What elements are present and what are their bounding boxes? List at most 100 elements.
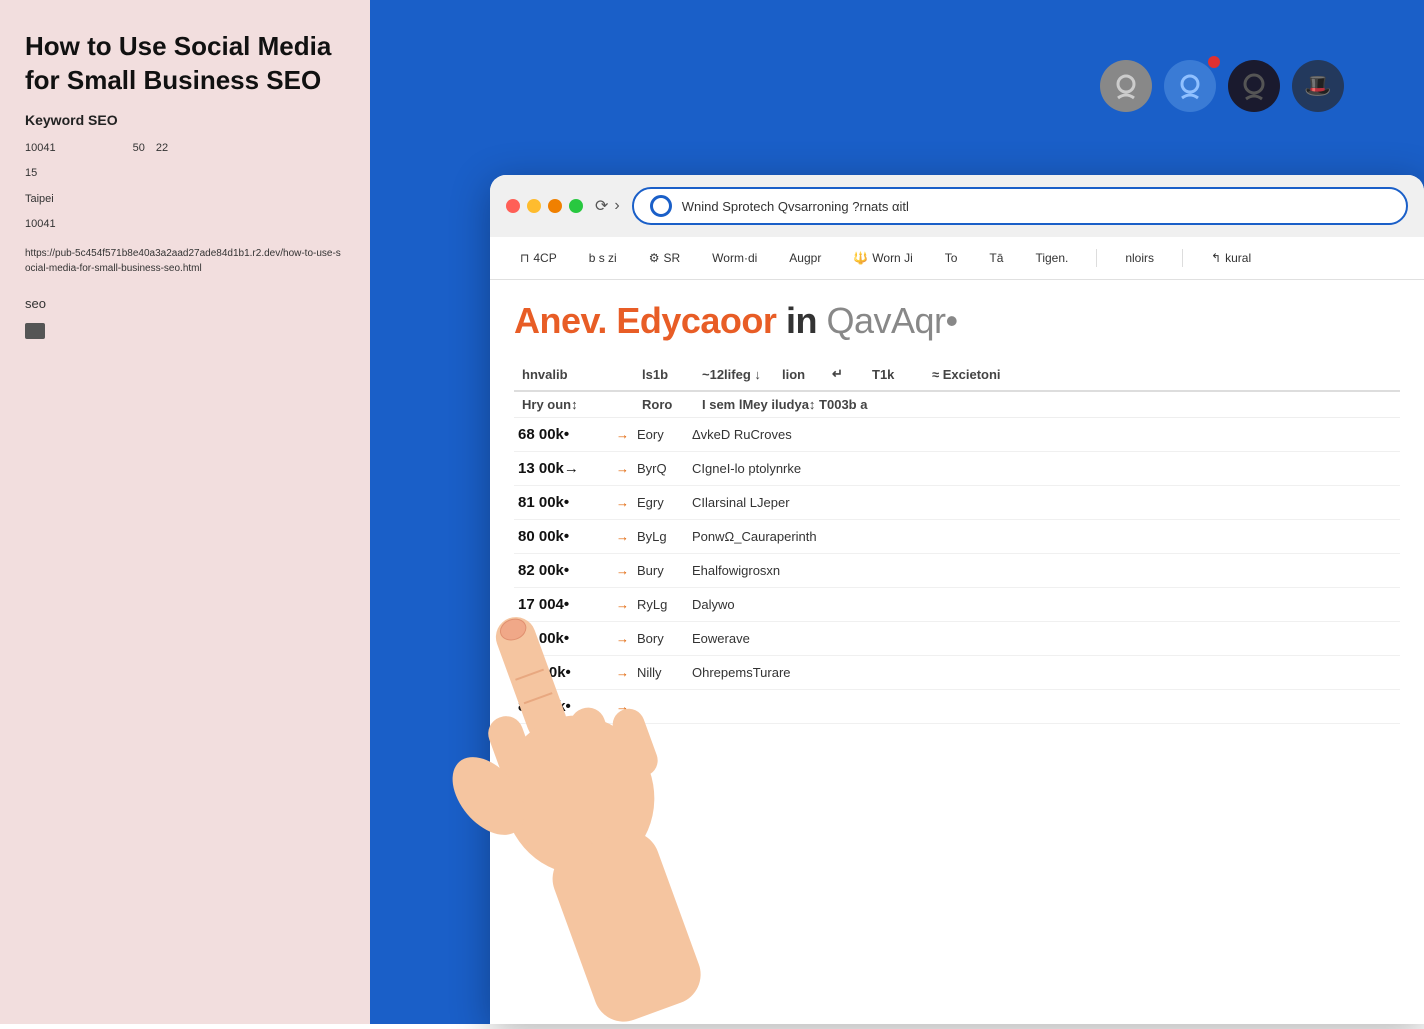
top-icon-4: 🎩 bbox=[1292, 60, 1344, 112]
sidebar-subtitle: Keyword SEO bbox=[25, 112, 345, 128]
vol-6: 17 004• bbox=[514, 596, 614, 613]
desc-5: Ehalfowigrosxn bbox=[686, 563, 1400, 578]
sidebar-meta3: Taipei bbox=[25, 191, 345, 209]
table-row: 13 00k→ → ByrQ CIgneI-lo ptolynrke bbox=[514, 452, 1400, 486]
address-bar[interactable]: Wnind Sprotech Qvsarroning ?rnats αitl bbox=[632, 187, 1408, 225]
table-row: 80 00k• → ByLg PonwΩ_Cauraperinth bbox=[514, 520, 1400, 554]
nav-tool-3[interactable]: Worm·di bbox=[706, 247, 763, 269]
back2-icon: ↰ bbox=[1211, 251, 1221, 265]
nav-tool-worn-label: Worn Ji bbox=[872, 251, 912, 265]
top-icon-2 bbox=[1164, 60, 1216, 112]
arrow-7: → bbox=[614, 631, 631, 646]
arrow-3: → bbox=[614, 495, 631, 510]
vol-9: 8E 00k• bbox=[514, 698, 614, 715]
th-7: ≈ Excietoni bbox=[924, 367, 1400, 382]
nav-tool-7[interactable]: nloirs bbox=[1119, 247, 1160, 269]
vol-7: 32 00k• bbox=[514, 630, 614, 647]
table-row: S0 00k• → Nilly OhrepemsTurare bbox=[514, 656, 1400, 690]
desc-3: CIlarsinal LJeper bbox=[686, 495, 1400, 510]
nav-toolbar: ⊓ 4CP b s zi ⚙ SR Worm·di Augpr 🔱 Worn J… bbox=[490, 237, 1424, 280]
browser-icon bbox=[650, 195, 672, 217]
arrow-6: → bbox=[614, 597, 631, 612]
name-8: Nilly bbox=[631, 665, 686, 680]
th-sort[interactable]: ~12lifeg ↓ bbox=[694, 367, 774, 382]
desc-8: OhrepemsTurare bbox=[686, 665, 1400, 680]
table-subheader: Hry oun↕ Roro I sem lMey iludya↕ T003b a bbox=[514, 392, 1400, 418]
nav-tool-label-3: Worm·di bbox=[712, 251, 757, 265]
nav-controls: ⟳ › bbox=[595, 196, 620, 216]
nav-tool-4[interactable]: Augpr bbox=[783, 247, 827, 269]
vol-4: 80 00k• bbox=[514, 528, 614, 545]
nav-tool-label-4: Augpr bbox=[789, 251, 821, 265]
arrow-1: → bbox=[614, 427, 631, 442]
main-area: 🎩 ⟳ › Wnind Sprotech Qvsarroning ?rnats … bbox=[370, 0, 1424, 1024]
nav-tool-6[interactable]: Tigen. bbox=[1029, 247, 1074, 269]
vol-1: 68 00k• bbox=[514, 426, 614, 443]
minimize-button[interactable] bbox=[527, 199, 541, 213]
toolbar-separator-2 bbox=[1182, 249, 1183, 267]
traffic-lights bbox=[506, 199, 583, 213]
nav-tool-2[interactable]: ⚙ SR bbox=[643, 247, 686, 269]
nav-tool-label-2: SR bbox=[664, 251, 681, 265]
nav-tool-8[interactable]: ↰ kural bbox=[1205, 247, 1257, 269]
nav-tool-label-1: b s zi bbox=[589, 251, 617, 265]
arrow-8: → bbox=[614, 665, 631, 680]
table-row: 32 00k• → Bory Eowerave bbox=[514, 622, 1400, 656]
sidebar: How to Use Social Media for Small Busine… bbox=[0, 0, 370, 1024]
table-header: hnvalib ls1b ~12lifeg ↓ lion ↵ T1k ≈ Exc… bbox=[514, 358, 1400, 392]
back-icon[interactable]: ⟳ bbox=[595, 196, 608, 216]
nav-tool-5[interactable]: Tā bbox=[983, 247, 1009, 269]
nav-tool-label-5: Tā bbox=[989, 251, 1003, 265]
table-row: 82 00k• → Bury Ehalfowigrosxn bbox=[514, 554, 1400, 588]
desc-4: PonwΩ_Cauraperinth bbox=[686, 529, 1400, 544]
arrow-4: → bbox=[614, 529, 631, 544]
name-2: ByrQ bbox=[631, 461, 686, 476]
nav-tool-worn-ji[interactable]: 🔱 Worn Ji bbox=[847, 247, 918, 269]
table-row: 81 00k• → Egry CIlarsinal LJeper bbox=[514, 486, 1400, 520]
nav-tool-label-0: 4CP bbox=[533, 251, 556, 265]
page-heading: Anev. Edycaoor in QavAqr• bbox=[514, 300, 1400, 342]
name-6: RyLg bbox=[631, 597, 686, 612]
desc-1: ΔvkeD RuCroves bbox=[686, 427, 1400, 442]
top-icon-2-wrap bbox=[1164, 60, 1216, 112]
nav-tool-to[interactable]: To bbox=[939, 247, 964, 269]
home-icon: ⊓ bbox=[520, 251, 529, 265]
forward-icon[interactable]: › bbox=[614, 197, 619, 215]
name-4: ByLg bbox=[631, 529, 686, 544]
sidebar-icon bbox=[25, 323, 45, 339]
vol-3: 81 00k• bbox=[514, 494, 614, 511]
to-label: To bbox=[945, 251, 958, 265]
browser-window: ⟳ › Wnind Sprotech Qvsarroning ?rnats αi… bbox=[490, 175, 1424, 1024]
table-row: 17 004• → RyLg Dalywo bbox=[514, 588, 1400, 622]
nav-tool-label-7: nloirs bbox=[1125, 251, 1154, 265]
nav-tool-home[interactable]: ⊓ 4CP bbox=[514, 247, 563, 269]
address-text: Wnind Sprotech Qvsarroning ?rnats αitl bbox=[682, 199, 1390, 214]
table-row: 68 00k• → Eory ΔvkeD RuCroves bbox=[514, 418, 1400, 452]
table-row: 8E 00k• → bbox=[514, 690, 1400, 724]
vol-5: 82 00k• bbox=[514, 562, 614, 579]
browser-content: Anev. Edycaoor in QavAqr• hnvalib ls1b ~… bbox=[490, 280, 1424, 1024]
restore-button[interactable] bbox=[548, 199, 562, 213]
top-icon-3 bbox=[1228, 60, 1280, 112]
desc-6: Dalywo bbox=[686, 597, 1400, 612]
maximize-button[interactable] bbox=[569, 199, 583, 213]
browser-chrome: ⟳ › Wnind Sprotech Qvsarroning ?rnats αi… bbox=[490, 175, 1424, 237]
close-button[interactable] bbox=[506, 199, 520, 213]
nav-tool-1[interactable]: b s zi bbox=[583, 247, 623, 269]
arrow-2: → bbox=[614, 461, 631, 476]
vol-2: 13 00k→ bbox=[514, 460, 614, 477]
name-1: Eory bbox=[631, 427, 686, 442]
worn-ji-icon: 🔱 bbox=[853, 251, 868, 265]
heading-part2: in bbox=[786, 300, 817, 341]
notification-dot bbox=[1208, 56, 1220, 68]
top-icon-1 bbox=[1100, 60, 1152, 112]
heading-part3: QavAqr• bbox=[826, 300, 957, 341]
sub-col-1: Hry oun↕ bbox=[514, 397, 634, 412]
sub-col-3: I sem lMey iludya↕ T003b a bbox=[694, 397, 1400, 412]
top-icons-row: 🎩 bbox=[1100, 60, 1344, 112]
arrow-9: → bbox=[614, 699, 631, 714]
th-1: hnvalib bbox=[514, 367, 634, 382]
name-7: Bory bbox=[631, 631, 686, 646]
sub-col-2: Roro bbox=[634, 397, 694, 412]
name-3: Egry bbox=[631, 495, 686, 510]
